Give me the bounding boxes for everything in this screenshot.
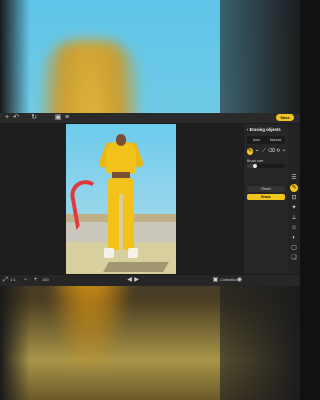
mode-segmented-control: Auto Manual <box>247 136 285 144</box>
mode-auto-button[interactable]: Auto <box>247 136 266 144</box>
save-button[interactable]: Save <box>276 114 294 121</box>
panel-title-text: Erasing objects <box>249 127 281 132</box>
top-toolbar: + ↶ ↻ ▣ ≡ Save <box>0 113 300 124</box>
filter-icon[interactable]: ◐ <box>290 234 298 242</box>
photo-canvas[interactable] <box>66 124 176 274</box>
tool-rail: ☰ ✎ ⊡ ✦ ⟂ ☺ ◐ ▢ ❏ <box>288 124 300 274</box>
person-head <box>116 134 126 146</box>
eraser-icon[interactable]: ⌫ <box>268 148 275 155</box>
sticker-icon[interactable]: ☺ <box>290 224 298 232</box>
collection-label[interactable]: Collection <box>220 277 238 283</box>
line-icon[interactable]: ⟋ <box>261 148 267 155</box>
mode-manual-button[interactable]: Manual <box>266 136 285 144</box>
brush-size-label: Brush size <box>247 159 264 163</box>
zoom-ratio[interactable]: 1:1 <box>10 277 16 283</box>
lasso-icon[interactable]: ⌁ <box>254 148 260 155</box>
reset-button[interactable]: Reset <box>247 186 285 192</box>
zoom-in-icon[interactable]: + <box>32 276 39 284</box>
fit-screen-icon[interactable]: ⤢ <box>2 276 9 284</box>
zoom-percent: 100 <box>42 277 49 282</box>
bottom-bar: ⤢ 1:1 − + 100 ◀ ▶ ▣ Collection ◉ <box>0 274 300 286</box>
next-icon[interactable]: ▶ <box>133 276 140 284</box>
erase-tool-icon[interactable]: ✎ <box>290 184 298 192</box>
adjust-icon[interactable]: ☰ <box>290 174 298 182</box>
editor-window: + ↶ ↻ ▣ ≡ Save ‹ Erasing objects Auto Ma… <box>0 113 300 286</box>
wand-icon[interactable]: ✦ <box>290 204 298 212</box>
panel-title: ‹ Erasing objects <box>247 127 281 132</box>
layers-icon[interactable]: ❏ <box>290 254 298 262</box>
person-hoodie <box>106 142 136 174</box>
brush-size-slider[interactable] <box>247 164 285 168</box>
person-shoe-left <box>104 248 114 258</box>
person-shoe-right <box>128 248 138 258</box>
brush-icon[interactable]: ✎ <box>247 148 253 155</box>
photo-shadow <box>103 262 169 272</box>
gallery-icon[interactable]: ▣ <box>212 276 219 284</box>
compare-icon[interactable]: ▣ <box>54 114 62 122</box>
erase-panel: ‹ Erasing objects Auto Manual ✎ ⌁ ⟋ ⌫ ⟲ … <box>243 124 288 274</box>
menu-icon[interactable]: ≡ <box>63 114 71 122</box>
prev-icon[interactable]: ◀ <box>126 276 133 284</box>
zoom-out-icon[interactable]: − <box>22 276 29 284</box>
pin-icon[interactable]: • <box>281 148 287 155</box>
frame-icon[interactable]: ▢ <box>290 244 298 252</box>
plus-icon[interactable]: + <box>3 114 11 122</box>
undo-icon[interactable]: ↶ <box>12 114 20 122</box>
collection-toggle-icon[interactable]: ◉ <box>236 276 243 284</box>
crop-icon[interactable]: ⊡ <box>290 194 298 202</box>
brush-tool-row: ✎ ⌁ ⟋ ⌫ ⟲ • <box>247 148 285 156</box>
canvas-area[interactable] <box>0 124 243 274</box>
transform-icon[interactable]: ⟂ <box>290 214 298 222</box>
brush-size-knob[interactable] <box>253 164 257 168</box>
redo-icon[interactable]: ↻ <box>30 114 38 122</box>
erase-button[interactable]: Erase <box>247 194 285 200</box>
person-leg-gap <box>119 194 123 250</box>
